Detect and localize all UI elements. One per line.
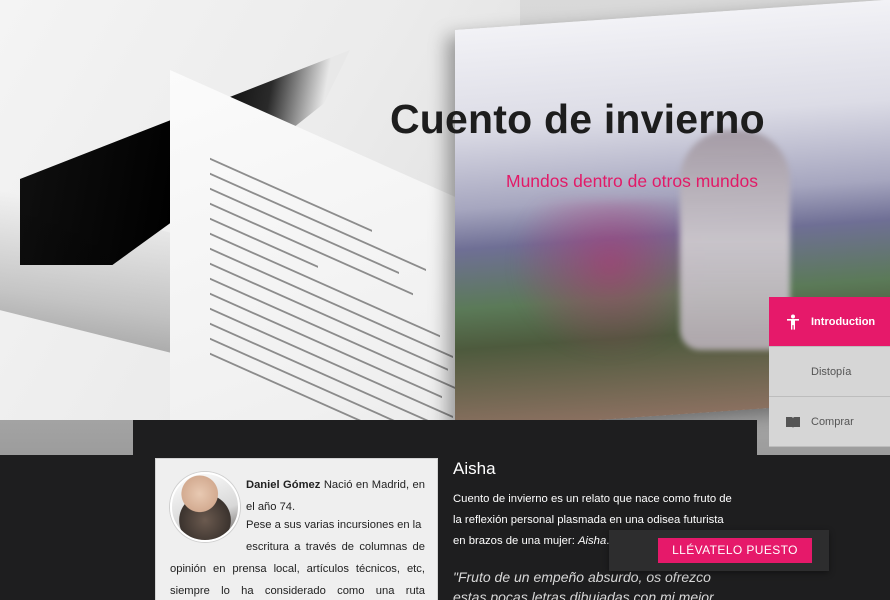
quote: "Fruto de un empeño absurdo, os ofrezco …: [453, 567, 714, 600]
author-name: Daniel Gómez: [246, 479, 321, 491]
section-body-emphasis: Aisha: [577, 535, 607, 547]
author-bio-start: Pese a sus varias incursiones en la: [246, 519, 422, 531]
nav-item-label: Distopía: [811, 365, 852, 378]
nav-item-distopia[interactable]: Distopía: [769, 347, 890, 397]
section-title: Aisha: [453, 459, 496, 478]
buy-cta-button[interactable]: LLÉVATELO PUESTO: [658, 538, 812, 563]
side-navigation: Introduction Distopía Comprar: [769, 297, 890, 447]
content-tab-edge: [133, 420, 757, 460]
hero-banner: Cuento de invierno Mundos dentro de otro…: [0, 0, 890, 455]
cta-bar: LLÉVATELO PUESTO: [609, 530, 829, 571]
page-title: Cuento de invierno: [390, 96, 765, 142]
quote-line-2: estas pocas letras dibujadas con mi mejo…: [453, 589, 714, 600]
author-card: Daniel Gómez Nació en Madrid, en el año …: [155, 458, 438, 600]
nav-item-comprar[interactable]: Comprar: [769, 397, 890, 447]
nav-item-label: Introduction: [811, 315, 876, 328]
page-subtitle: Mundos dentro de otros mundos: [506, 171, 758, 191]
person-icon: [785, 314, 801, 330]
content-section: [0, 455, 890, 600]
book-icon: [785, 414, 801, 430]
author-bio-rest: escritura a través de columnas de opinió…: [170, 541, 425, 597]
author-avatar: [170, 472, 240, 542]
author-intro: Daniel Gómez Nació en Madrid, en el año …: [246, 474, 425, 518]
moon-icon: [785, 364, 801, 380]
nav-item-label: Comprar: [811, 415, 854, 428]
book-text-lines: [210, 157, 480, 455]
nav-item-introduction[interactable]: Introduction: [769, 297, 890, 347]
